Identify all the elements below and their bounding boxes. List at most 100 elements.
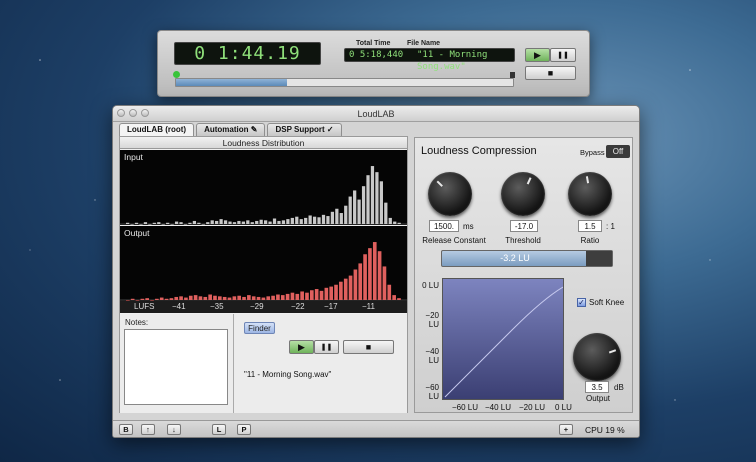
threshold-input[interactable]: -17.0 [510,220,538,232]
threshold-label: Threshold [505,236,541,245]
input-histogram-bar [166,222,170,224]
x-label-20: −20 LU [519,403,546,412]
close-window-button[interactable] [117,109,125,117]
stop-icon: ■ [547,68,554,78]
input-histogram-bar [161,224,165,225]
add-button[interactable]: + [559,424,573,435]
output-histogram-bar [227,297,232,300]
l-button[interactable]: L [212,424,226,435]
release-knob[interactable] [428,172,472,216]
input-histogram-bar [174,221,179,224]
finder-button[interactable]: Finder [244,322,275,334]
threshold-knob[interactable] [501,172,545,216]
output-histogram-bar [300,291,304,300]
start-marker[interactable] [173,71,180,78]
axis-label-lufs: LUFS [134,302,155,311]
gain-reduction-value: -3.2 LU [500,253,530,263]
input-histogram-bar [312,216,317,224]
end-marker[interactable] [510,72,515,78]
output-histogram-bar [324,287,329,300]
file-pause-button[interactable]: ❚❚ [314,340,339,354]
input-histogram-bar [330,211,335,224]
seek-bar[interactable] [173,71,515,87]
output-histogram-bar [348,275,353,300]
input-histogram: Input [120,150,407,225]
input-histogram-bar [272,218,277,224]
input-histogram-bar [268,221,272,224]
output-input[interactable]: 3.5 [585,381,609,393]
bypass-toggle[interactable]: Off [606,145,630,158]
stop-button[interactable]: ■ [525,66,576,80]
lufs-axis: LUFS −41 −35 −29 −22 −17 −11 [120,301,407,313]
loudness-compression-panel: Loudness Compression Bypass Off 1500. ms… [414,137,633,413]
y-label-60: −60 LU [425,383,439,401]
input-histogram-bar [277,220,281,224]
pause-button[interactable]: ❚❚ [550,48,576,62]
b-button[interactable]: B [119,424,133,435]
release-input[interactable]: 1500. [429,220,459,232]
tab-automation[interactable]: Automation ✎ [196,123,266,136]
y-label-0: 0 LU [422,281,439,290]
output-histogram-bar [276,294,280,300]
axis-tick-22: −22 [291,302,305,311]
ratio-knob[interactable] [568,172,612,216]
minimize-window-button[interactable] [129,109,137,117]
p-button[interactable]: P [237,424,251,435]
loudness-distribution-panel: Loudness Distribution Input Output LUFS … [119,136,408,413]
input-histogram-bar [295,216,299,224]
output-histogram-bar [353,269,358,300]
output-histogram-bar [295,293,300,300]
input-histogram-bar [370,166,375,224]
soft-knee-checkbox[interactable]: ✓ [577,298,586,307]
input-histogram-bar [388,217,392,224]
output-histogram-bar [193,295,198,300]
track-info-display: 0 5:18,440 "11 - Morning Song.wav" [344,48,515,72]
tab-dsp-support[interactable]: DSP Support ✓ [267,123,342,136]
tab-bar: LoudLAB (root) Automation ✎ DSP Support … [119,123,342,136]
input-histogram-bar [134,222,139,224]
play-icon: ▶ [534,49,541,60]
tab-loudlab-root[interactable]: LoudLAB (root) [119,123,195,136]
output-histogram-bar [140,298,145,300]
input-histogram-bar [206,222,210,224]
output-histogram-bar [339,281,343,300]
zoom-window-button[interactable] [141,109,149,117]
output-histogram-bar [179,296,183,300]
output-histogram-bar [285,293,290,300]
notes-label: Notes: [125,318,149,327]
transport-window: 0 1:44.19 Total Time File Name 0 5:18,44… [157,30,590,97]
x-label-60: −60 LU [452,403,479,412]
output-knob[interactable] [573,333,621,381]
output-histogram-bar [188,295,193,300]
ratio-input[interactable]: 1.5 [578,220,602,232]
input-histogram-bar [321,214,326,224]
section-divider [233,314,234,413]
input-histogram-bar [148,224,152,225]
input-histogram-bar [304,217,308,224]
input-histogram-bar [361,186,366,224]
file-play-button[interactable]: ▶ [289,340,314,354]
file-stop-button[interactable]: ■ [343,340,394,354]
input-histogram-bar [379,181,383,224]
output-histogram-bar [310,290,314,300]
notes-textarea[interactable] [124,329,228,405]
output-histogram-bar [222,296,227,300]
output-histogram-bar [314,289,319,300]
output-histogram-bar [130,298,135,300]
down-button[interactable]: ↓ [167,424,181,435]
input-histogram-bar [139,224,143,225]
title-bar[interactable]: LoudLAB [113,106,639,122]
input-histogram-bar [375,172,379,224]
input-histogram-bar [232,222,237,224]
input-histogram-bar [290,217,294,224]
output-histogram-bar [305,292,309,300]
x-label-0: 0 LU [555,403,572,412]
output-histogram-bar [290,292,295,300]
file-name-label: File Name [407,40,441,47]
up-button[interactable]: ↑ [141,424,155,435]
output-histogram-bar [237,295,242,300]
input-histogram-bar [353,190,357,224]
input-histogram-bar [255,220,259,224]
play-button[interactable]: ▶ [525,48,550,62]
output-label: Output [124,228,150,238]
